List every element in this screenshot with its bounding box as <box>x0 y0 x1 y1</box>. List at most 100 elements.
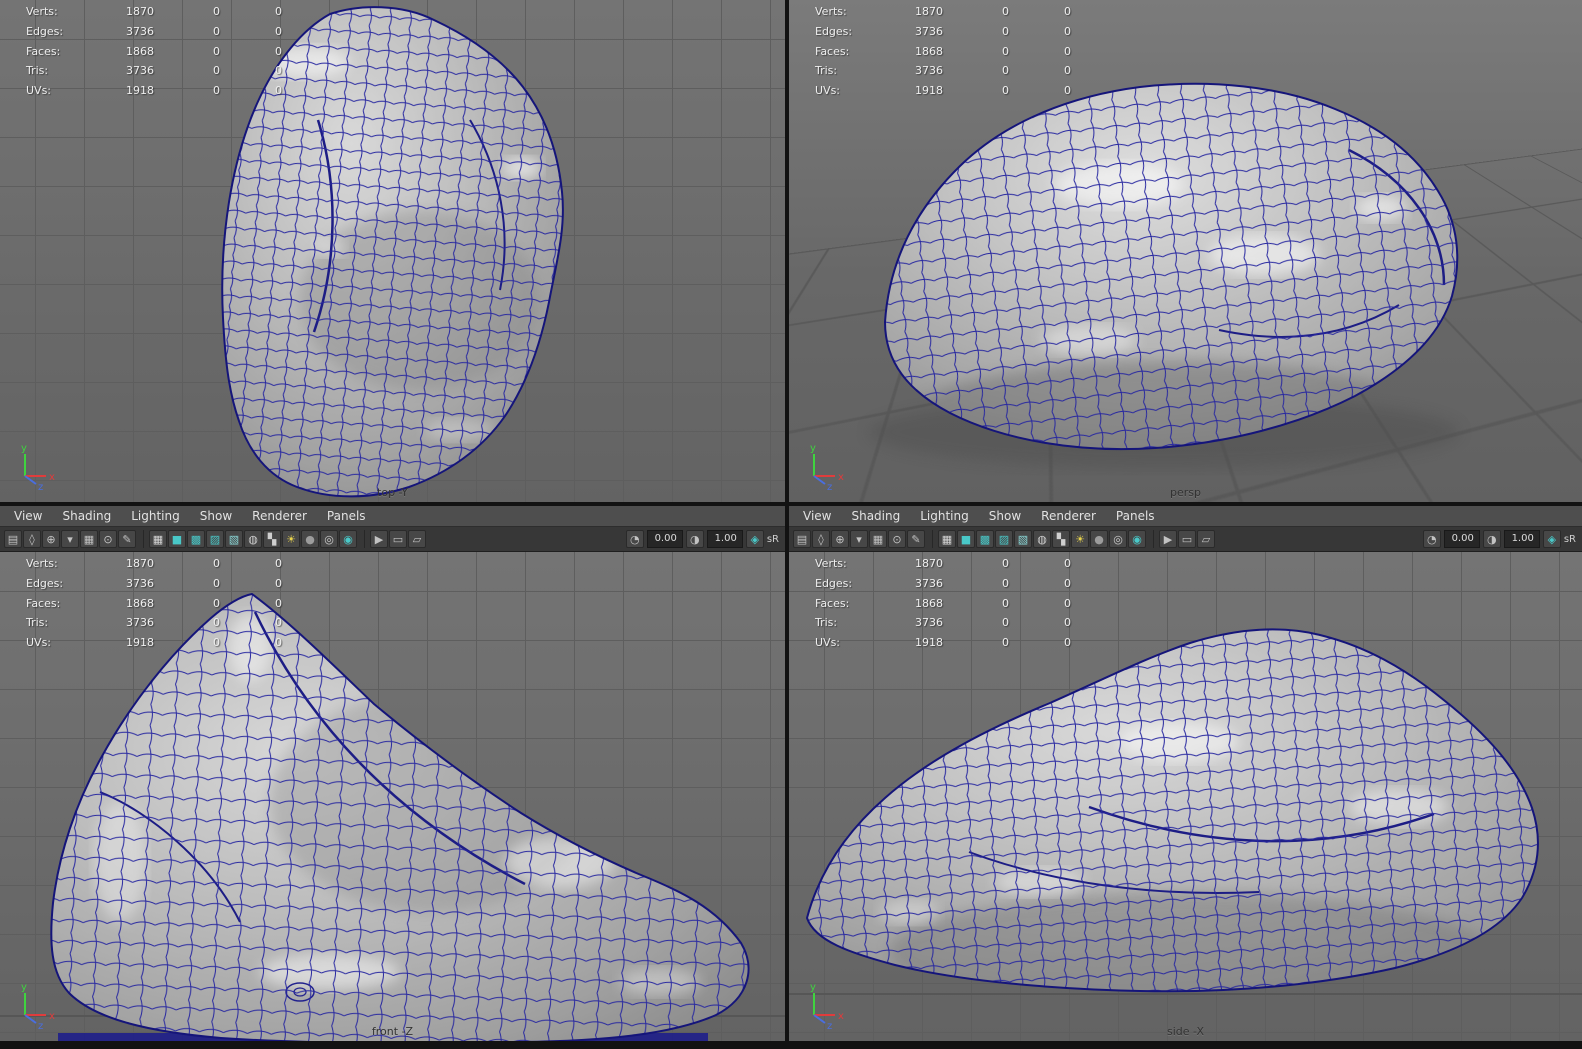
gamma-field[interactable]: 1.00 <box>706 530 743 548</box>
viewport-side[interactable]: View Shading Lighting Show Renderer Panels ▤ ◊… <box>789 506 1582 1041</box>
shadows-icon[interactable]: ● <box>301 530 319 548</box>
hud-col2: 0 <box>275 64 282 78</box>
menu-item[interactable]: Show <box>979 506 1031 527</box>
hud-col2: 0 <box>275 44 282 58</box>
hud-row: Edges: 3736 0 0 <box>815 25 1071 45</box>
hud-col2: 0 <box>1064 616 1071 630</box>
two-d-pan-zoom-icon[interactable]: ⊙ <box>99 530 117 548</box>
smooth-shade-wire-icon[interactable]: ▩ <box>976 530 994 548</box>
viewport-top[interactable]: Verts: 1870 0 0 Edges: 3736 0 0 Faces: 1… <box>0 0 785 502</box>
isolate-select-icon[interactable]: ▶ <box>1159 530 1177 548</box>
hud-col1: 0 <box>213 64 220 78</box>
xray-icon[interactable]: ▭ <box>389 530 407 548</box>
wireframe-icon[interactable]: ▦ <box>149 530 167 548</box>
grease-pencil-icon[interactable]: ✎ <box>907 530 925 548</box>
viewport-persp[interactable]: Verts: 1870 0 0 Edges: 3736 0 0 Faces: 1… <box>789 0 1582 502</box>
checkered-icon[interactable]: ▚ <box>1052 530 1070 548</box>
xray-joints-icon[interactable]: ▱ <box>1197 530 1215 548</box>
isolate-select-icon[interactable]: ▶ <box>370 530 388 548</box>
use-default-material-icon[interactable]: ◍ <box>244 530 262 548</box>
menu-item[interactable]: Show <box>190 506 242 527</box>
bookmarks-icon[interactable]: ▾ <box>61 530 79 548</box>
select-camera-icon[interactable]: ▤ <box>4 530 22 548</box>
hud-row: UVs: 1918 0 0 <box>815 636 1071 656</box>
menu-item[interactable]: Panels <box>1106 506 1165 527</box>
gamma-icon[interactable]: ◑ <box>685 530 704 548</box>
hud-label: UVs: <box>815 84 841 98</box>
image-plane-icon[interactable]: ▦ <box>869 530 887 548</box>
hud-col2: 0 <box>275 24 282 38</box>
hud-col1: 0 <box>1002 576 1009 590</box>
axis-indicator: y x z <box>21 982 55 1029</box>
exposure-icon[interactable]: ◔ <box>1422 530 1441 548</box>
camera-attributes-icon[interactable]: ⊕ <box>831 530 849 548</box>
viewport-front[interactable]: View Shading Lighting Show Renderer Panels ▤ ◊… <box>0 506 785 1041</box>
gamma-field[interactable]: 1.00 <box>1503 530 1540 548</box>
menu-item[interactable]: Shading <box>52 506 121 527</box>
wireframe-icon[interactable]: ▦ <box>938 530 956 548</box>
menu-item[interactable]: Shading <box>841 506 910 527</box>
axis-y-label: y <box>810 443 816 454</box>
screen-space-ao-icon[interactable]: ◎ <box>320 530 338 548</box>
smooth-shade-icon[interactable]: ■ <box>168 530 186 548</box>
textured-icon[interactable]: ▨ <box>995 530 1013 548</box>
viewport-canvas-side[interactable]: Verts: 1870 0 0 Edges: 3736 0 0 Faces: 1… <box>789 552 1582 1041</box>
panel-menubar: View Shading Lighting Show Renderer Panels <box>789 506 1582 527</box>
view-label-front: front -Z <box>371 1025 414 1038</box>
menu-item[interactable]: Panels <box>317 506 376 527</box>
hud-value: 3736 <box>915 24 943 38</box>
screen-space-ao-icon[interactable]: ◎ <box>1109 530 1127 548</box>
hud-col2: 0 <box>275 5 282 18</box>
exposure-field[interactable]: 0.00 <box>1443 530 1480 548</box>
textured-wire-icon[interactable]: ▧ <box>225 530 243 548</box>
viewport-canvas-top[interactable]: Verts: 1870 0 0 Edges: 3736 0 0 Faces: 1… <box>0 0 785 502</box>
use-default-material-icon[interactable]: ◍ <box>1033 530 1051 548</box>
menu-item[interactable]: View <box>793 506 841 527</box>
checkered-icon[interactable]: ▚ <box>263 530 281 548</box>
panel-toolbar: ▤ ◊ ⊕ ▾ ▦ ⊙ ✎ ▦ ■ ▩ ▨ ▧ ◍ ▚ ☀ ● ◎ ◉ ▶ ▭ ▱ ◔ 0.00 ◑ 1.00 ◈ sR <box>0 527 785 552</box>
menu-item[interactable]: Lighting <box>121 506 190 527</box>
hud-col1: 0 <box>213 616 220 630</box>
gamma-icon[interactable]: ◑ <box>1482 530 1501 548</box>
grease-pencil-icon[interactable]: ✎ <box>118 530 136 548</box>
viewport-canvas-front[interactable]: Verts: 1870 0 0 Edges: 3736 0 0 Faces: 1… <box>0 552 785 1041</box>
xray-icon[interactable]: ▭ <box>1178 530 1196 548</box>
hud-value: 1868 <box>915 44 943 58</box>
motion-blur-icon[interactable]: ◉ <box>1128 530 1146 548</box>
hud-col2: 0 <box>275 596 282 610</box>
image-plane-icon[interactable]: ▦ <box>80 530 98 548</box>
smooth-shade-wire-icon[interactable]: ▩ <box>187 530 205 548</box>
menu-item[interactable]: Renderer <box>1031 506 1106 527</box>
hud-label: Faces: <box>26 596 61 610</box>
smooth-shade-icon[interactable]: ■ <box>957 530 975 548</box>
all-lights-icon[interactable]: ☀ <box>1071 530 1089 548</box>
select-camera-icon[interactable]: ▤ <box>793 530 811 548</box>
lock-camera-icon[interactable]: ◊ <box>812 530 830 548</box>
textured-icon[interactable]: ▨ <box>206 530 224 548</box>
viewport-canvas-persp[interactable]: Verts: 1870 0 0 Edges: 3736 0 0 Faces: 1… <box>789 0 1582 502</box>
view-transform-icon[interactable]: ◈ <box>745 530 764 548</box>
axis-x-label: x <box>49 472 55 483</box>
hud-value: 1870 <box>126 5 154 18</box>
hud-col2: 0 <box>275 576 282 590</box>
axis-y-label: y <box>810 982 816 993</box>
textured-wire-icon[interactable]: ▧ <box>1014 530 1032 548</box>
exposure-field[interactable]: 0.00 <box>646 530 683 548</box>
hud-value: 1868 <box>126 596 154 610</box>
shadows-icon[interactable]: ● <box>1090 530 1108 548</box>
hud-label: Tris: <box>815 64 838 78</box>
menu-item[interactable]: Renderer <box>242 506 317 527</box>
xray-joints-icon[interactable]: ▱ <box>408 530 426 548</box>
view-transform-icon[interactable]: ◈ <box>1542 530 1561 548</box>
lock-camera-icon[interactable]: ◊ <box>23 530 41 548</box>
menu-item[interactable]: View <box>4 506 52 527</box>
bookmarks-icon[interactable]: ▾ <box>850 530 868 548</box>
all-lights-icon[interactable]: ☀ <box>282 530 300 548</box>
menu-item[interactable]: Lighting <box>910 506 979 527</box>
hud-col2: 0 <box>1064 84 1071 98</box>
camera-attributes-icon[interactable]: ⊕ <box>42 530 60 548</box>
hud-row: Faces: 1868 0 0 <box>815 45 1071 65</box>
motion-blur-icon[interactable]: ◉ <box>339 530 357 548</box>
two-d-pan-zoom-icon[interactable]: ⊙ <box>888 530 906 548</box>
exposure-icon[interactable]: ◔ <box>625 530 644 548</box>
